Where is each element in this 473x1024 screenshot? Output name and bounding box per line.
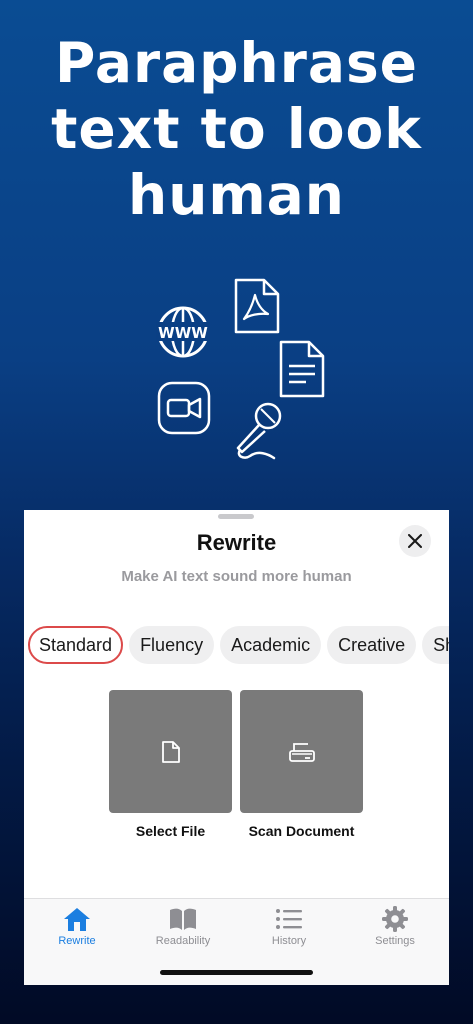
sheet-subtitle: Make AI text sound more human <box>121 568 352 585</box>
scan-document-label: Scan Document <box>248 823 355 839</box>
tab-settings[interactable]: Settings <box>355 905 435 947</box>
video-camera-icon <box>157 381 211 435</box>
close-button[interactable] <box>399 525 431 557</box>
mode-chip-short[interactable]: Short <box>422 626 449 664</box>
sheet-title: Rewrite <box>196 530 277 555</box>
file-icon <box>161 740 180 763</box>
gear-icon <box>382 906 408 932</box>
action-tiles: Select File Scan Document <box>109 690 363 839</box>
mode-chip-academic[interactable]: Academic <box>220 626 322 664</box>
www-globe-icon: WWW <box>156 306 210 358</box>
mode-chips: Standard Fluency Academic Creative Short <box>28 626 449 664</box>
tab-history-label: History <box>271 935 307 947</box>
pdf-file-icon <box>234 278 280 334</box>
scanner-icon <box>288 742 315 762</box>
home-indicator <box>160 970 313 975</box>
mode-chip-fluency[interactable]: Fluency <box>129 626 215 664</box>
tab-readability[interactable]: Readability <box>143 905 223 947</box>
tab-history[interactable]: History <box>249 905 329 947</box>
select-file-button[interactable] <box>109 690 232 813</box>
promo-headline: Paraphrase text to look human <box>0 30 473 228</box>
list-icon <box>276 909 302 929</box>
text-document-icon <box>279 340 325 398</box>
tab-bar: Rewrite Readability History Settings <box>24 898 449 985</box>
tab-rewrite[interactable]: Rewrite <box>37 905 117 947</box>
rewrite-sheet: Rewrite Make AI text sound more human St… <box>24 510 449 985</box>
microphone-icon <box>236 402 282 460</box>
tab-rewrite-label: Rewrite <box>58 935 96 947</box>
book-icon <box>170 908 196 930</box>
headline-line-2: text to look <box>51 97 422 161</box>
www-text: WWW <box>158 324 208 342</box>
scan-document-action[interactable]: Scan Document <box>240 690 363 839</box>
close-icon <box>408 534 422 548</box>
select-file-label: Select File <box>135 823 206 839</box>
select-file-action[interactable]: Select File <box>109 690 232 839</box>
mode-chip-creative[interactable]: Creative <box>327 626 417 664</box>
sheet-grabber[interactable] <box>218 514 254 519</box>
scan-document-button[interactable] <box>240 690 363 813</box>
tab-readability-label: Readability <box>155 935 211 947</box>
mode-chip-standard[interactable]: Standard <box>28 626 124 664</box>
headline-line-1: Paraphrase <box>55 31 418 95</box>
headline-line-3: human <box>128 163 345 227</box>
home-icon <box>64 908 90 931</box>
tab-settings-label: Settings <box>375 935 415 947</box>
